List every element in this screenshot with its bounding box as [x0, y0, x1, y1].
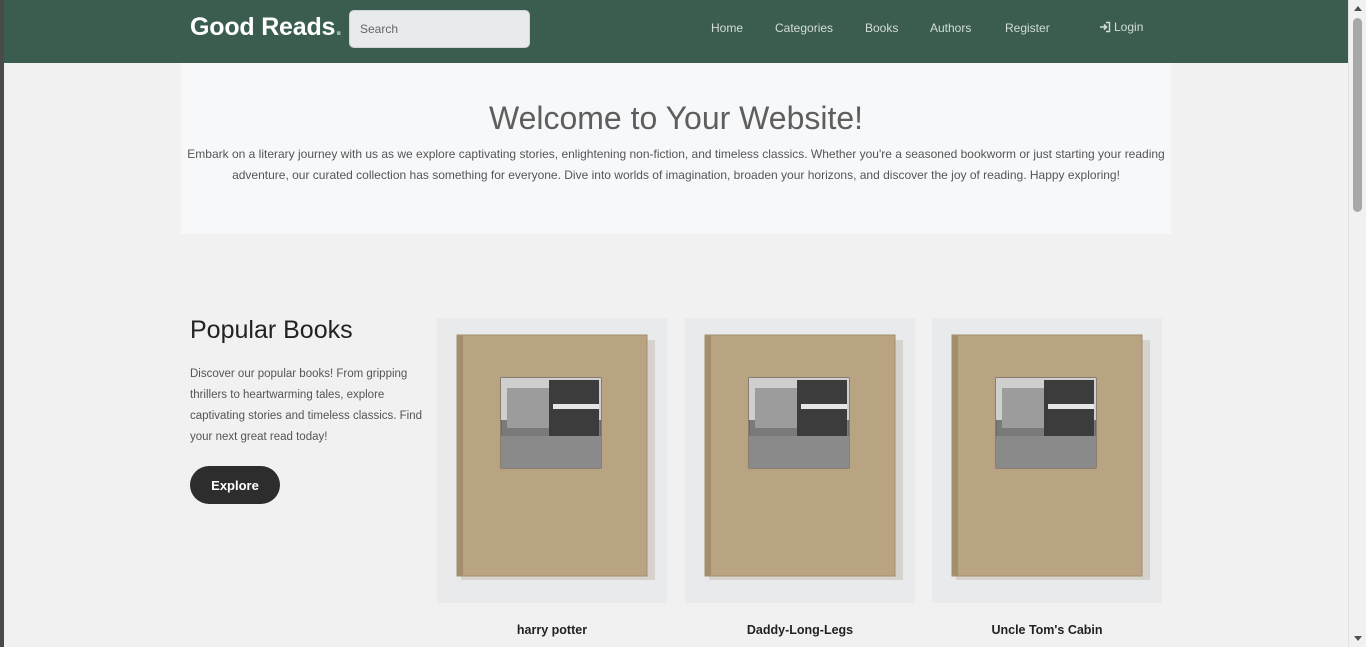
- nav-register[interactable]: Register: [1005, 21, 1050, 35]
- book-cover-image[interactable]: [932, 318, 1162, 603]
- scroll-up-icon[interactable]: [1354, 6, 1362, 11]
- book-card[interactable]: harry potter: [437, 318, 667, 637]
- book-cover-image[interactable]: [437, 318, 667, 603]
- brand-name: Good Reads: [190, 13, 336, 41]
- popular-books-description: Discover our popular books! From grippin…: [190, 368, 423, 443]
- hero-text: Embark on a literary journey with us as …: [187, 147, 1165, 182]
- nav-home[interactable]: Home: [711, 21, 743, 35]
- nav-categories[interactable]: Categories: [775, 21, 833, 35]
- explore-button[interactable]: Explore: [190, 466, 280, 504]
- popular-books-title: Popular Books: [190, 316, 353, 344]
- page-viewport: Good Reads. Home Categories Books Author…: [4, 0, 1348, 647]
- hero-section: Welcome to Your Website! Embark on a lit…: [181, 63, 1171, 234]
- hero-title: Welcome to Your Website!: [488, 100, 864, 136]
- book-title[interactable]: Uncle Tom's Cabin: [932, 623, 1162, 637]
- book-card[interactable]: Daddy-Long-Legs: [685, 318, 915, 637]
- vertical-scrollbar[interactable]: [1348, 0, 1366, 647]
- navbar: Good Reads. Home Categories Books Author…: [4, 0, 1348, 63]
- nav-login[interactable]: Login: [1099, 20, 1143, 34]
- brand-dot: .: [335, 13, 342, 41]
- book-card[interactable]: Uncle Tom's Cabin: [932, 318, 1162, 637]
- book-cover-image[interactable]: [685, 318, 915, 603]
- nav-authors[interactable]: Authors: [930, 21, 971, 35]
- nav-books[interactable]: Books: [865, 21, 898, 35]
- scroll-down-icon[interactable]: [1354, 636, 1362, 641]
- search-input[interactable]: [349, 10, 530, 48]
- login-label: Login: [1114, 20, 1144, 34]
- brand-logo[interactable]: Good Reads.: [190, 13, 342, 42]
- scrollbar-thumb[interactable]: [1353, 18, 1362, 212]
- book-title[interactable]: Daddy-Long-Legs: [685, 623, 915, 637]
- login-icon: [1100, 21, 1111, 33]
- book-title[interactable]: harry potter: [437, 623, 667, 637]
